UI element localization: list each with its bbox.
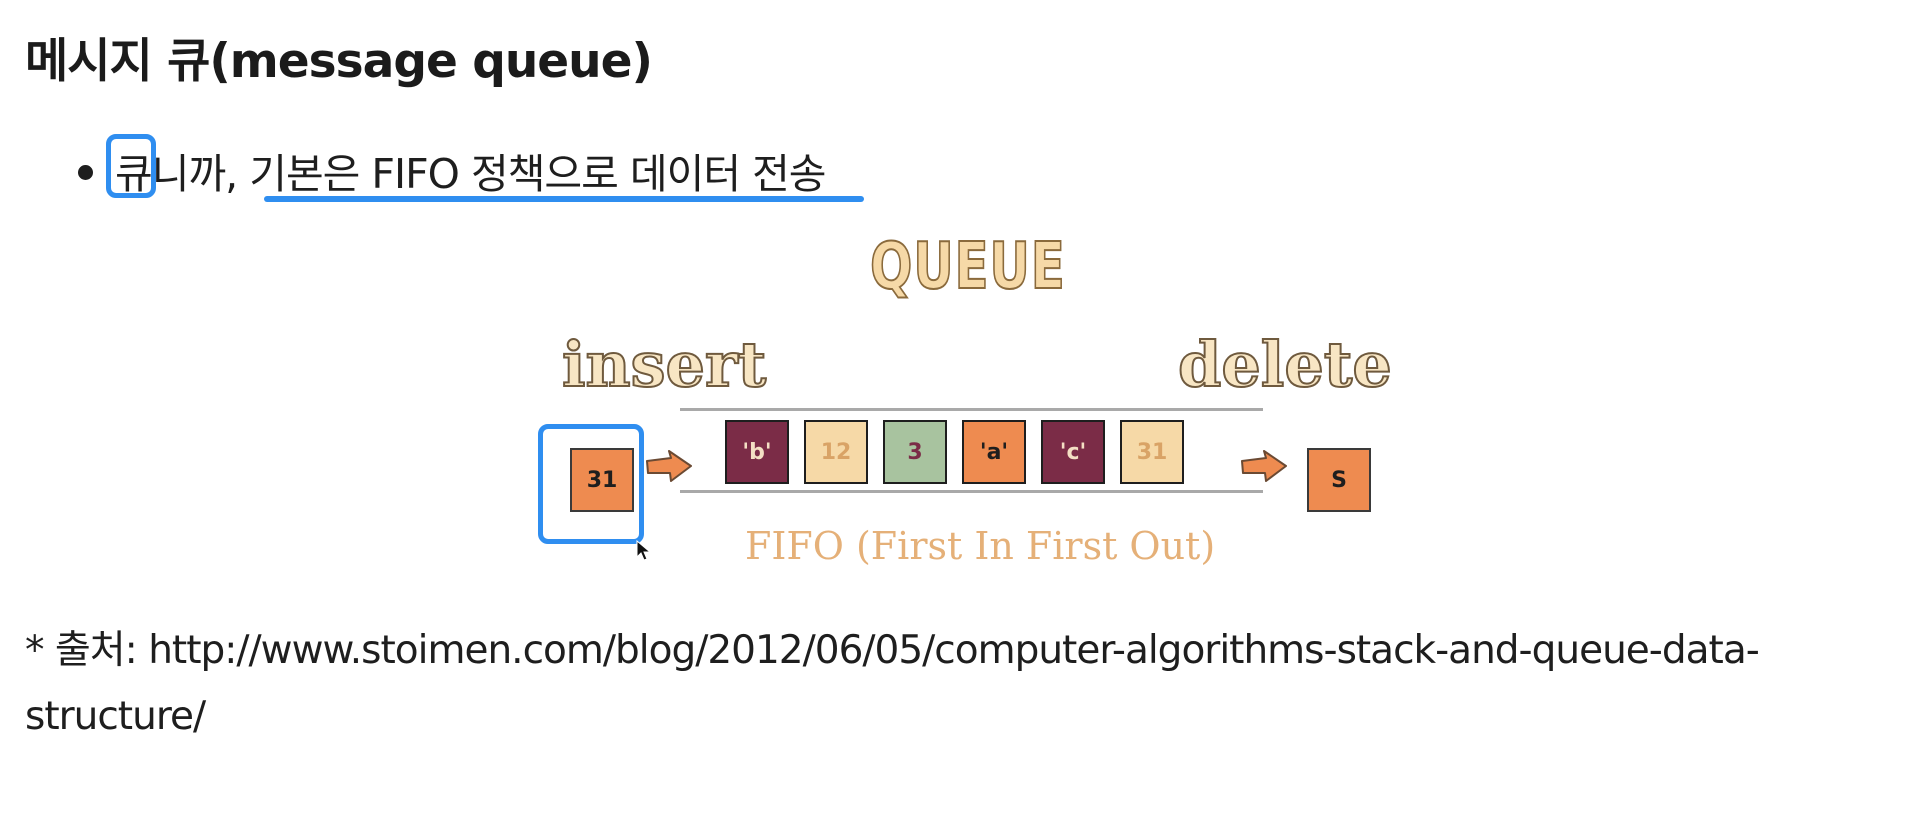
insert-label: insert [561, 327, 767, 402]
fifo-caption: FIFO (First In First Out) [745, 524, 1216, 568]
outgoing-box: S [1307, 448, 1371, 512]
queue-box-label: 'a' [979, 439, 1009, 465]
bullet-dot-icon [78, 165, 93, 180]
bullet-text: 큐니까, 기본은 FIFO 정책으로 데이터 전송 [115, 150, 827, 198]
queue-box: 12 [804, 420, 868, 484]
queue-box: 31 [1120, 420, 1184, 484]
queue-rail-bottom [680, 490, 1263, 493]
highlight-underline-annotation [264, 196, 864, 202]
queue-box: 'b' [725, 420, 789, 484]
queue-box-label: 3 [907, 439, 923, 465]
highlight-box-annotation [106, 134, 156, 198]
queue-box-label: 'c' [1059, 439, 1087, 465]
queue-rail-top [680, 408, 1263, 411]
queue-diagram: QUEUE insert delete 'b' 12 3 'a' 'c' 31 … [520, 228, 1400, 578]
page-title: 메시지 큐(message queue) [25, 34, 653, 89]
incoming-highlight-annotation [538, 424, 644, 544]
delete-label: delete [1177, 327, 1393, 402]
queue-diagram-title: QUEUE [869, 229, 1066, 305]
mouse-cursor-icon [636, 540, 652, 561]
queue-box: 3 [883, 420, 947, 484]
arrow-right-icon [646, 450, 692, 482]
queue-box: 'c' [1041, 420, 1105, 484]
queue-box: 'a' [962, 420, 1026, 484]
queue-box-label: 31 [1136, 439, 1168, 465]
source-citation: * 출처: http://www.stoimen.com/blog/2012/0… [25, 628, 1760, 739]
queue-box-label: 12 [820, 439, 852, 465]
arrow-right-icon [1241, 450, 1287, 482]
queue-box-label: 'b' [742, 439, 772, 465]
